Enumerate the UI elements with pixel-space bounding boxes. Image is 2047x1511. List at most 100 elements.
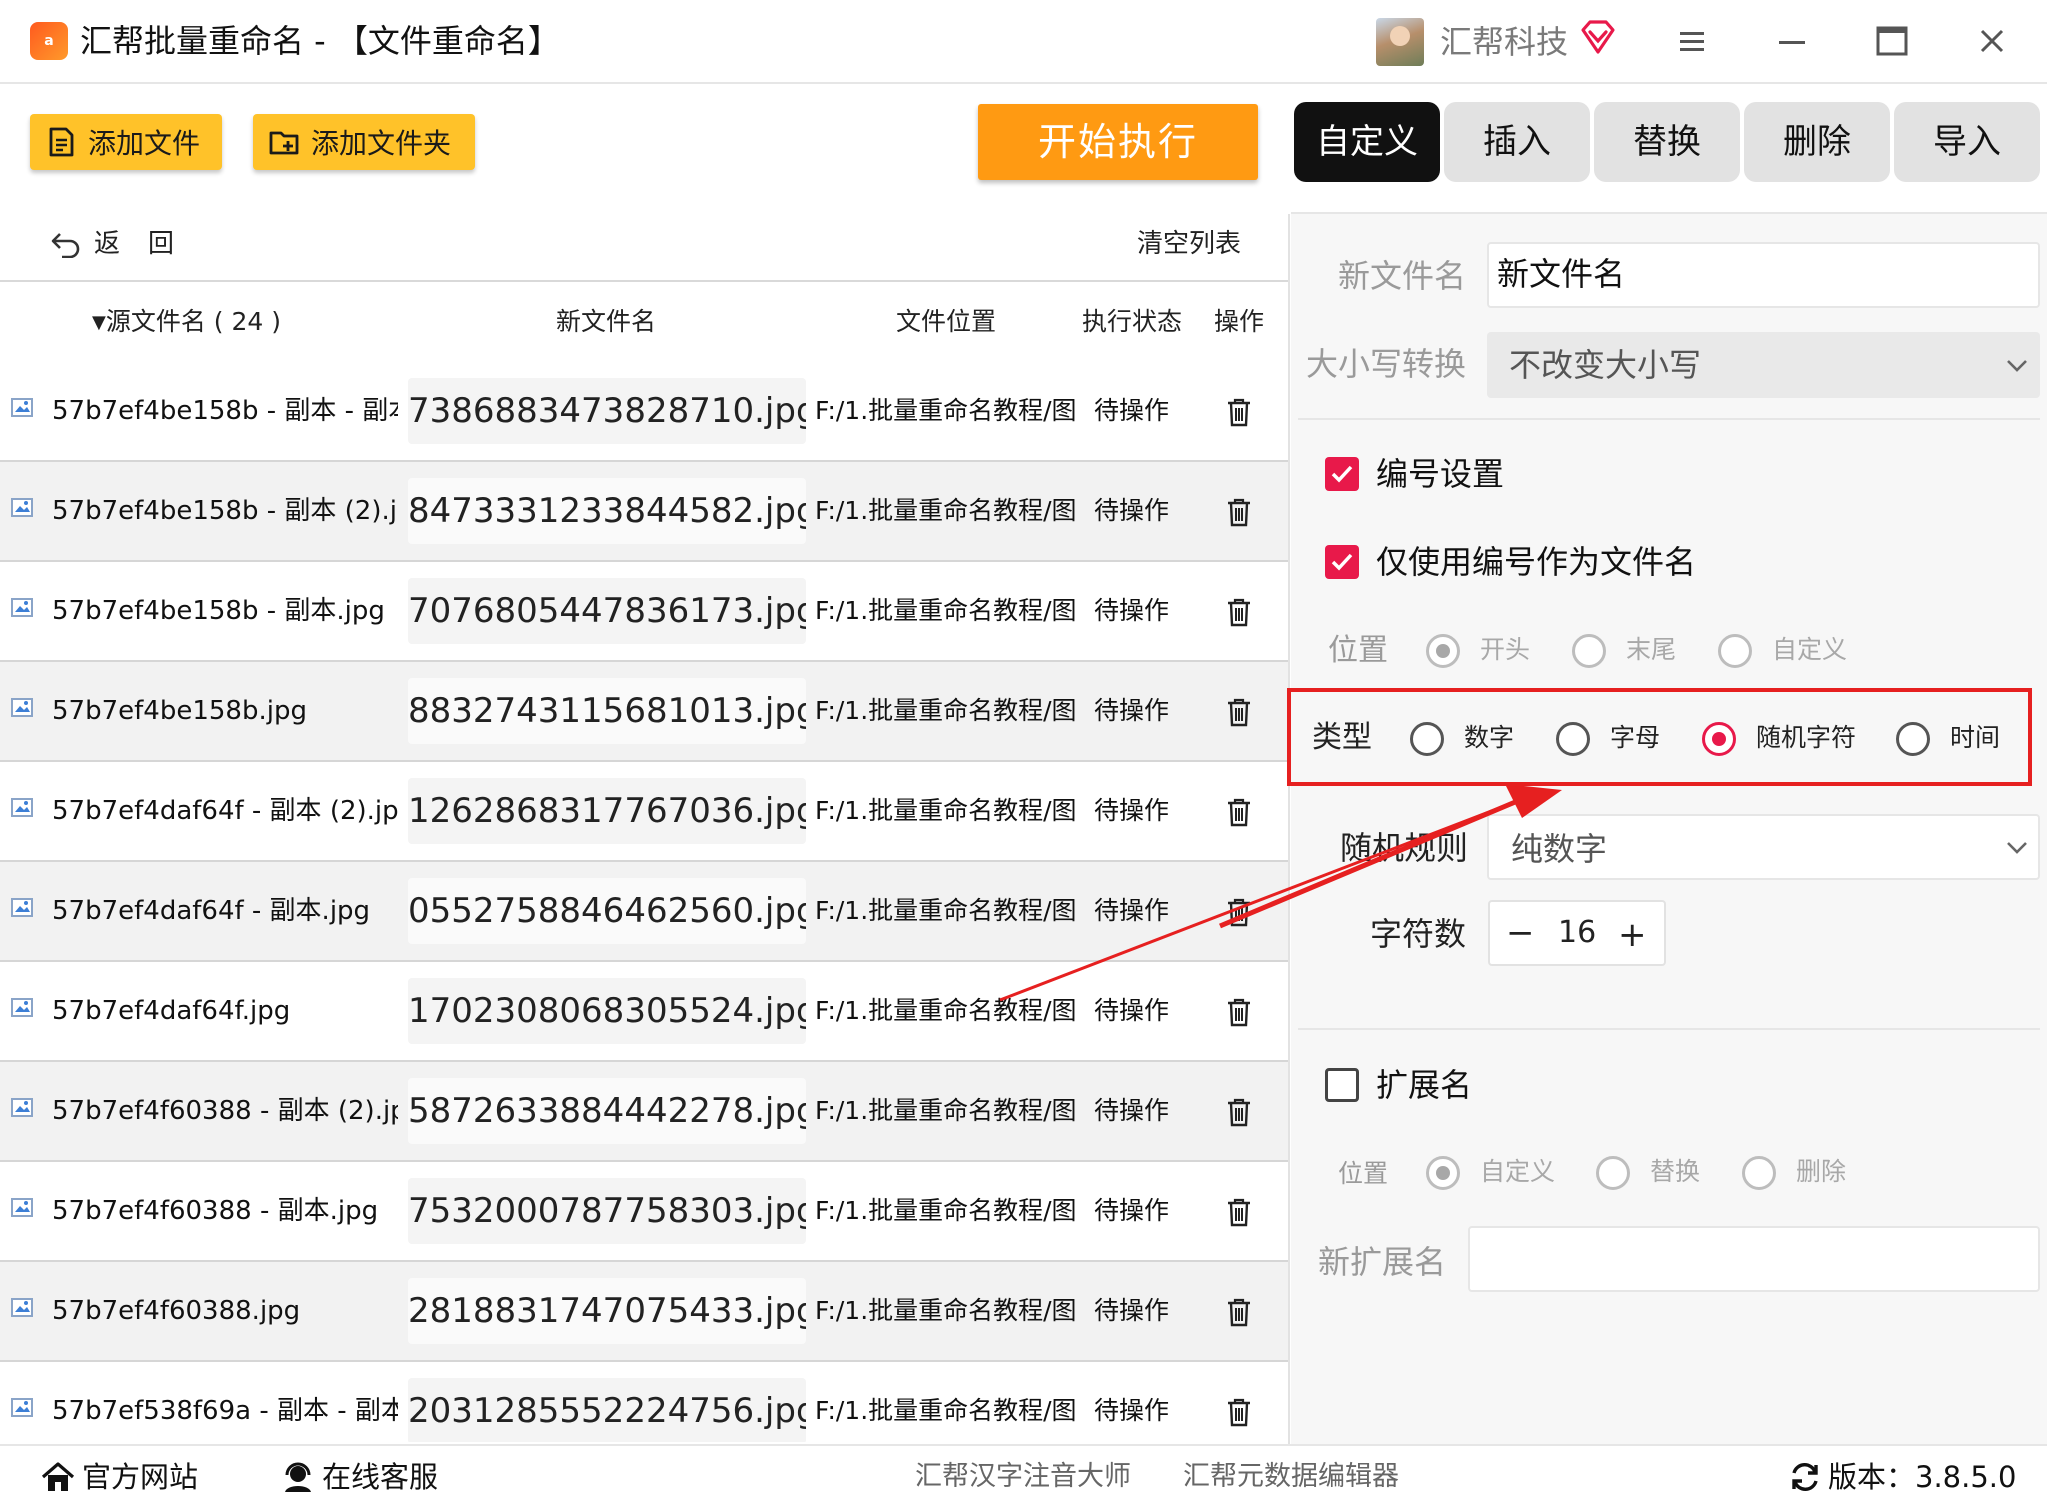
only-number-label[interactable]: 仅使用编号作为文件名 [1376,540,1696,584]
version-info[interactable]: 版本：3.8.5.0 [1788,1454,2016,1500]
header-status: 执行状态 [1082,307,1183,336]
trash-icon[interactable] [1224,1296,1254,1328]
add-file-button[interactable]: 添加文件 [30,114,222,170]
case-select[interactable]: 不改变大小写 [1487,332,2040,398]
only-number-checkbox[interactable] [1325,545,1359,579]
new-filename-cell[interactable]: 5872633884442278.jpg [408,1078,806,1144]
new-ext-input[interactable] [1468,1226,2040,1292]
ext-position-delete-label[interactable]: 删除 [1796,1152,1846,1192]
ext-position-custom-label[interactable]: 自定义 [1480,1152,1555,1192]
trash-icon[interactable] [1224,596,1254,628]
file-location: F:/1.批量重命名教程/图片 [815,1196,1075,1225]
ext-position-delete-radio[interactable] [1742,1156,1776,1190]
table-row[interactable]: 57b7ef4be158b.jpg 8832743115681013.jpg F:/… [0,662,1288,762]
maximize-icon[interactable] [1866,18,1918,66]
trash-icon[interactable] [1224,896,1254,928]
new-filename-cell[interactable]: 1262868317767036.jpg [408,778,806,844]
increment-button[interactable]: + [1618,906,1647,964]
clear-list-button[interactable]: 清空列表 [1137,224,1241,264]
app-link-pinyin[interactable]: 汇帮汉字注音大师 [915,1454,1131,1500]
new-filename-cell[interactable]: 7532000787758303.jpg [408,1178,806,1244]
image-file-icon [11,1398,33,1417]
position-start-radio[interactable] [1426,634,1460,668]
char-count-value[interactable]: 16 [1558,906,1596,960]
file-location: F:/1.批量重命名教程/图片 [815,896,1075,925]
status-text: 待操作 [1094,1296,1170,1325]
new-filename-cell[interactable]: 0552758846462560.jpg [408,878,806,944]
file-location: F:/1.批量重命名教程/图片 [815,696,1075,725]
position-end-radio[interactable] [1572,634,1606,668]
position-start-label[interactable]: 开头 [1480,630,1530,670]
extension-label[interactable]: 扩展名 [1376,1063,1472,1107]
random-rule-select[interactable]: 纯数字 [1487,814,2040,880]
new-filename-cell[interactable]: 8832743115681013.jpg [408,678,806,744]
trash-icon[interactable] [1224,1196,1254,1228]
table-row[interactable]: 57b7ef4be158b - 副本 (2).jpg 84733312338445… [0,462,1288,562]
menu-icon[interactable] [1666,18,1718,66]
table-row[interactable]: 57b7ef4daf64f - 副本 (2).jpg 12628683177670… [0,762,1288,862]
source-filename: 57b7ef4daf64f - 副本.jpg [52,896,371,926]
ext-position-replace-label[interactable]: 替换 [1650,1152,1700,1192]
image-file-icon [11,698,33,717]
back-button[interactable]: 返回 [50,224,202,264]
table-row[interactable]: 57b7ef4be158b - 副本 - 副本.jpg 7386883473828… [0,362,1288,462]
avatar[interactable] [1376,18,1424,66]
list-header: ▼源文件名 ( 24 ) 新文件名 文件位置 执行状态 操作 [0,280,1288,364]
table-row[interactable]: 57b7ef538f69a - 副本 - 副本.jpg 2031285552224… [0,1362,1288,1442]
tab-import[interactable]: 导入 [1894,102,2040,182]
trash-icon[interactable] [1224,796,1254,828]
position-custom-radio[interactable] [1718,634,1752,668]
numbering-checkbox[interactable] [1325,457,1359,491]
table-row[interactable]: 57b7ef4f60388 - 副本 (2).jpg 58726338844422… [0,1062,1288,1162]
table-row[interactable]: 57b7ef4daf64f - 副本.jpg 0552758846462560.j… [0,862,1288,962]
trash-icon[interactable] [1224,696,1254,728]
image-file-icon [11,1098,33,1117]
panel-divider [1288,214,1290,1444]
status-text: 待操作 [1094,696,1170,725]
new-filename-input[interactable]: 新文件名 [1487,242,2040,308]
tab-custom[interactable]: 自定义 [1294,102,1440,182]
start-button[interactable]: 开始执行 [978,104,1258,180]
trash-icon[interactable] [1224,996,1254,1028]
tab-insert[interactable]: 插入 [1444,102,1590,182]
new-filename-cell[interactable]: 8473331233844582.jpg [408,478,806,544]
new-filename-cell[interactable]: 7386883473828710.jpg [408,378,806,444]
new-filename-cell[interactable]: 2031285552224756.jpg [408,1378,806,1442]
online-support-link[interactable]: 在线客服 [280,1454,438,1500]
tab-delete[interactable]: 删除 [1744,102,1890,182]
new-filename-cell[interactable]: 2818831747075433.jpg [408,1278,806,1344]
random-rule-label: 随机规则 [1340,829,1469,867]
new-filename-cell[interactable]: 7076805447836173.jpg [408,578,806,644]
file-location: F:/1.批量重命名教程/图片 [815,496,1075,525]
table-row[interactable]: 57b7ef4daf64f.jpg 1702308068305524.jpg F:/… [0,962,1288,1062]
table-row[interactable]: 57b7ef4f60388.jpg 2818831747075433.jpg F:/… [0,1262,1288,1362]
header-location: 文件位置 [896,307,997,336]
ext-position-replace-radio[interactable] [1596,1156,1630,1190]
vip-diamond-icon[interactable] [1578,18,1618,58]
tab-replace[interactable]: 替换 [1594,102,1740,182]
close-icon[interactable] [1966,18,2018,66]
extension-checkbox[interactable] [1325,1068,1359,1102]
numbering-label[interactable]: 编号设置 [1376,452,1504,496]
image-file-icon [11,598,33,617]
status-text: 待操作 [1094,1196,1170,1225]
header-source[interactable]: ▼源文件名 ( 24 ) [92,282,281,362]
table-row[interactable]: 57b7ef4be158b - 副本.jpg 7076805447836173.j… [0,562,1288,662]
minimize-icon[interactable] [1766,18,1818,66]
app-link-metadata[interactable]: 汇帮元数据编辑器 [1183,1454,1399,1500]
add-folder-button[interactable]: 添加文件夹 [253,114,475,170]
official-website-link[interactable]: 官方网站 [40,1454,198,1500]
new-filename-cell[interactable]: 1702308068305524.jpg [408,978,806,1044]
trash-icon[interactable] [1224,396,1254,428]
decrement-button[interactable]: − [1506,906,1535,960]
trash-icon[interactable] [1224,496,1254,528]
trash-icon[interactable] [1224,1096,1254,1128]
position-end-label[interactable]: 末尾 [1626,630,1676,670]
trash-icon[interactable] [1224,1396,1254,1428]
ext-position-custom-radio[interactable] [1426,1156,1460,1190]
char-count-stepper[interactable]: − 16 + [1488,900,1666,966]
position-label: 位置 [1328,633,1388,668]
table-row[interactable]: 57b7ef4f60388 - 副本.jpg 7532000787758303.j… [0,1162,1288,1262]
position-custom-label[interactable]: 自定义 [1772,630,1847,670]
status-text: 待操作 [1094,1396,1170,1425]
